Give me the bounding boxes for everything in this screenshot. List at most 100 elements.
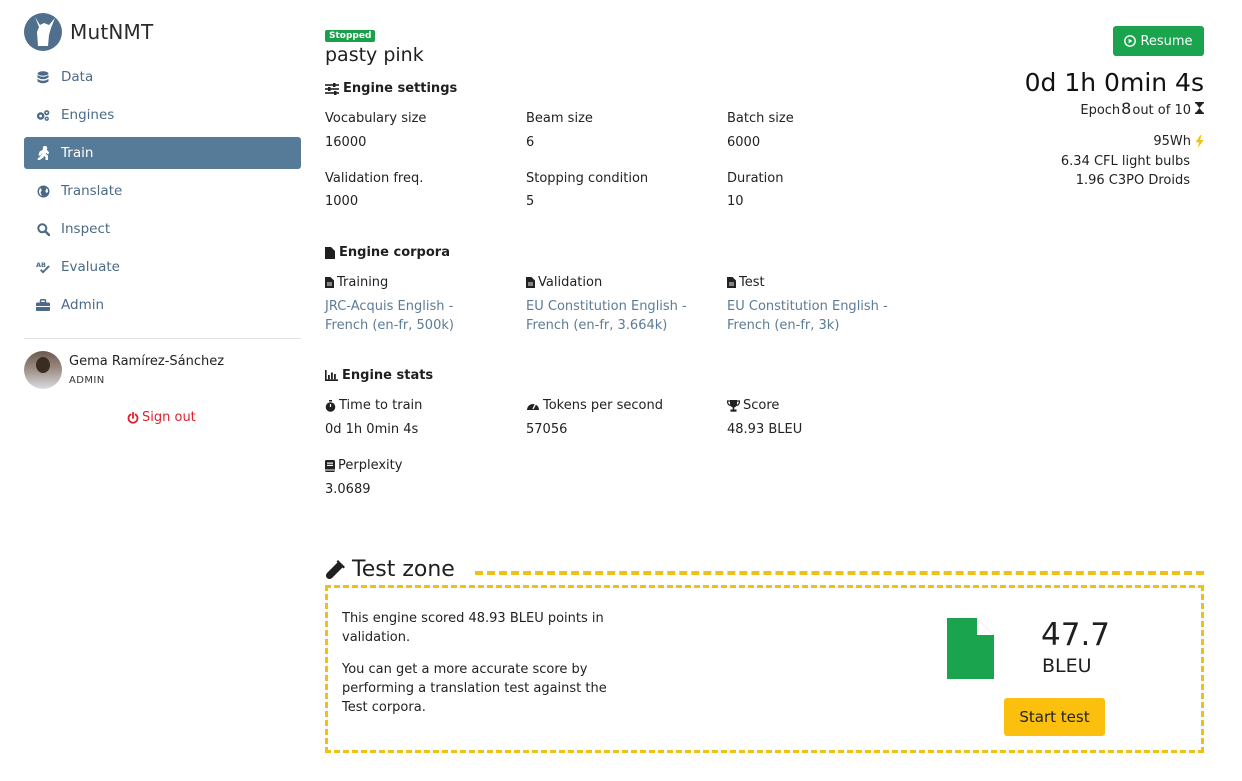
bar-chart-icon <box>325 370 338 381</box>
training-timer: 0d 1h 0min 4s <box>1024 68 1204 97</box>
batch-size-value: 6000 <box>727 135 761 150</box>
search-icon <box>36 222 50 236</box>
epoch-prefix: Epoch <box>1080 103 1121 118</box>
brand[interactable]: MutNMT <box>24 12 153 52</box>
engine-stats-title: Engine stats <box>342 368 434 383</box>
training-corpus-link[interactable]: JRC-Acquis English - French (en-fr, 500k… <box>325 297 510 335</box>
sidebar-item-inspect[interactable]: Inspect <box>24 213 301 245</box>
validation-corpus-line2: French (en-fr, 3.664k) <box>526 318 668 333</box>
start-test-button[interactable]: Start test <box>1004 698 1105 736</box>
test-zone-text-1: This engine scored 48.93 BLEU points in … <box>342 611 604 645</box>
file-icon <box>325 246 335 259</box>
play-circle-icon <box>1124 35 1137 47</box>
sign-out-label: Sign out <box>142 410 196 425</box>
sidebar-nav: Data Engines Train Translate Inspect AB … <box>24 61 301 327</box>
engine-corpora-title: Engine corpora <box>339 245 450 260</box>
time-to-train-value: 0d 1h 0min 4s <box>325 422 419 437</box>
score-label: Score <box>727 398 779 413</box>
file-text-icon <box>727 277 736 288</box>
globe-icon <box>36 184 50 198</box>
engine-name: pasty pink <box>325 44 424 66</box>
energy-value: 95Wh <box>1153 134 1191 149</box>
status-badge: Stopped <box>325 30 376 42</box>
file-text-icon <box>526 277 535 288</box>
engine-settings-title: Engine settings <box>343 81 458 96</box>
brand-name: MutNMT <box>70 20 154 44</box>
validation-corpus-label-text: Validation <box>538 275 603 290</box>
hourglass-icon <box>1195 102 1204 114</box>
sidebar-item-admin[interactable]: Admin <box>24 289 301 321</box>
beam-size-value: 6 <box>526 135 535 150</box>
sliders-icon <box>325 82 339 95</box>
test-corpus-label: Test <box>727 275 765 290</box>
epoch-progress: Epoch 8 out of 10 <box>1080 99 1204 118</box>
engine-settings-heading: Engine settings <box>325 81 457 96</box>
sidebar-item-label: Train <box>61 145 94 161</box>
user-role: ADMIN <box>69 375 105 386</box>
energy-row: 95Wh <box>1061 132 1204 152</box>
power-icon <box>127 411 139 424</box>
validation-corpus-line1: EU Constitution English - <box>526 299 687 314</box>
sidebar-item-label: Admin <box>61 297 105 313</box>
sidebar-item-evaluate[interactable]: AB Evaluate <box>24 251 301 283</box>
vial-icon <box>325 560 345 580</box>
sidebar-item-label: Evaluate <box>61 259 120 275</box>
beam-size-label: Beam size <box>526 111 593 126</box>
tokens-per-second-value: 57056 <box>526 422 568 437</box>
file-text-icon <box>325 277 334 288</box>
sidebar-item-label: Data <box>61 69 94 85</box>
sidebar: MutNMT Data Engines Train Translate Insp… <box>24 0 301 781</box>
perplexity-label-text: Perplexity <box>338 458 403 473</box>
test-corpus-line1: EU Constitution English - <box>727 299 888 314</box>
sidebar-item-data[interactable]: Data <box>24 61 301 93</box>
running-icon <box>36 146 50 160</box>
spellcheck-icon: AB <box>36 260 50 274</box>
validation-corpus-label: Validation <box>526 275 602 290</box>
test-score-unit: BLEU <box>1042 655 1092 677</box>
sidebar-item-train[interactable]: Train <box>24 137 301 169</box>
user-name: Gema Ramírez-Sánchez <box>69 354 225 369</box>
bolt-icon <box>1195 135 1204 149</box>
engine-corpora-heading: Engine corpora <box>325 245 450 260</box>
vocab-size-label: Vocabulary size <box>325 111 427 126</box>
test-zone-title: Test zone <box>352 557 455 582</box>
score-value: 48.93 BLEU <box>727 422 803 437</box>
mutnmt-logo-icon <box>24 13 62 51</box>
test-zone-description: This engine scored 48.93 BLEU points in … <box>342 609 622 730</box>
training-corpus-label-text: Training <box>337 275 389 290</box>
test-corpus-label-text: Test <box>739 275 765 290</box>
epoch-current: 8 <box>1121 99 1132 118</box>
database-icon <box>36 70 50 84</box>
test-zone-dashed-line <box>475 571 1204 575</box>
sidebar-item-engines[interactable]: Engines <box>24 99 301 131</box>
duration-label: Duration <box>727 171 784 186</box>
sidebar-divider <box>24 338 301 339</box>
document-icon <box>947 618 994 683</box>
test-score-value: 47.7 <box>1041 617 1111 653</box>
perplexity-value: 3.0689 <box>325 482 371 497</box>
training-corpus-line1: JRC-Acquis English - <box>325 299 454 314</box>
test-corpus-link[interactable]: EU Constitution English - French (en-fr,… <box>727 297 912 335</box>
svg-text:AB: AB <box>36 261 46 269</box>
sidebar-item-label: Translate <box>61 183 123 199</box>
sidebar-item-translate[interactable]: Translate <box>24 175 301 207</box>
test-corpus-line2: French (en-fr, 3k) <box>727 318 840 333</box>
validation-freq-label: Validation freq. <box>325 171 424 186</box>
avatar[interactable] <box>24 351 62 389</box>
sign-out-link[interactable]: Sign out <box>127 410 196 425</box>
time-to-train-label-text: Time to train <box>339 398 423 413</box>
validation-corpus-link[interactable]: EU Constitution English - French (en-fr,… <box>526 297 711 335</box>
trophy-icon <box>727 399 740 412</box>
engine-stats-heading: Engine stats <box>325 368 433 383</box>
time-to-train-label: Time to train <box>325 398 422 413</box>
duration-value: 10 <box>727 194 744 209</box>
speedometer-icon <box>527 403 539 410</box>
stopwatch-icon <box>325 399 336 412</box>
stopping-condition-value: 5 <box>526 194 535 209</box>
toolbox-icon <box>36 298 50 312</box>
user-profile[interactable]: Gema Ramírez-Sánchez ADMIN <box>24 351 224 389</box>
droids-value: 1.96 C3PO Droids <box>1075 173 1190 188</box>
resume-button[interactable]: Resume <box>1113 26 1204 56</box>
validation-freq-value: 1000 <box>325 194 359 209</box>
epoch-suffix: out of 10 <box>1132 103 1191 118</box>
